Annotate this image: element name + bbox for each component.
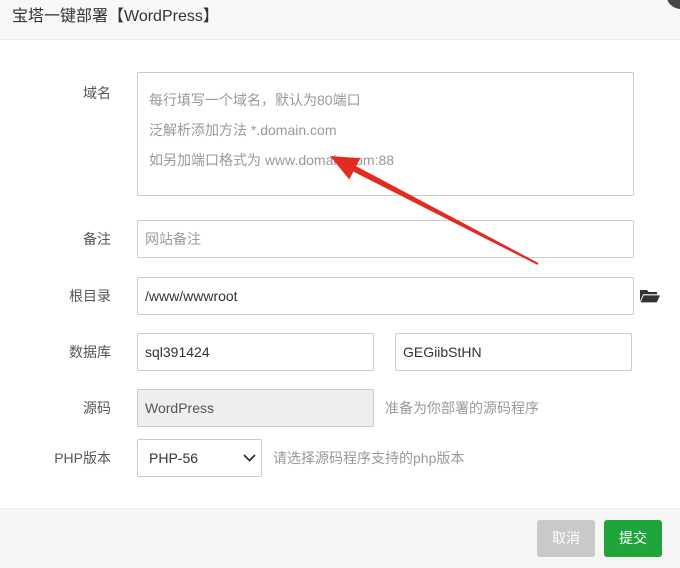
php-version-label: PHP版本 xyxy=(54,450,111,466)
close-icon[interactable] xyxy=(666,0,680,9)
submit-button[interactable]: 提交 xyxy=(604,520,662,557)
source-label: 源码 xyxy=(83,400,111,416)
database-row: 数据库 xyxy=(0,333,680,371)
dialog-title: 宝塔一键部署【WordPress】 xyxy=(12,8,219,25)
php-version-hint: 请选择源码程序支持的php版本 xyxy=(273,450,465,466)
root-dir-label: 根目录 xyxy=(69,288,111,304)
source-hint: 准备为你部署的源码程序 xyxy=(385,400,539,416)
root-dir-input[interactable] xyxy=(137,277,634,315)
deploy-dialog: 宝塔一键部署【WordPress】 域名 备注 根目录 数据库 源码 准备为你部… xyxy=(0,0,680,568)
php-version-row: PHP版本 PHP-56 请选择源码程序支持的php版本 xyxy=(0,439,680,477)
source-input xyxy=(137,389,374,427)
remark-row: 备注 xyxy=(0,220,680,258)
remark-label: 备注 xyxy=(83,231,111,247)
php-version-select[interactable]: PHP-56 xyxy=(137,439,262,477)
source-row: 源码 准备为你部署的源码程序 xyxy=(0,389,680,427)
database-label: 数据库 xyxy=(69,344,111,360)
domain-textarea[interactable] xyxy=(137,72,634,196)
root-dir-row: 根目录 xyxy=(0,277,680,315)
remark-input[interactable] xyxy=(137,220,634,258)
php-version-select-wrap[interactable]: PHP-56 xyxy=(137,439,262,477)
folder-open-icon[interactable] xyxy=(640,289,660,303)
cancel-button[interactable]: 取消 xyxy=(537,520,595,557)
db-name-input[interactable] xyxy=(137,333,374,371)
close-button[interactable] xyxy=(665,0,680,10)
db-password-input[interactable] xyxy=(395,333,632,371)
dialog-title-bar: 宝塔一键部署【WordPress】 xyxy=(0,0,680,40)
dialog-footer: 取消 提交 xyxy=(0,508,680,568)
domain-label: 域名 xyxy=(83,85,111,101)
domain-row: 域名 xyxy=(0,72,680,196)
